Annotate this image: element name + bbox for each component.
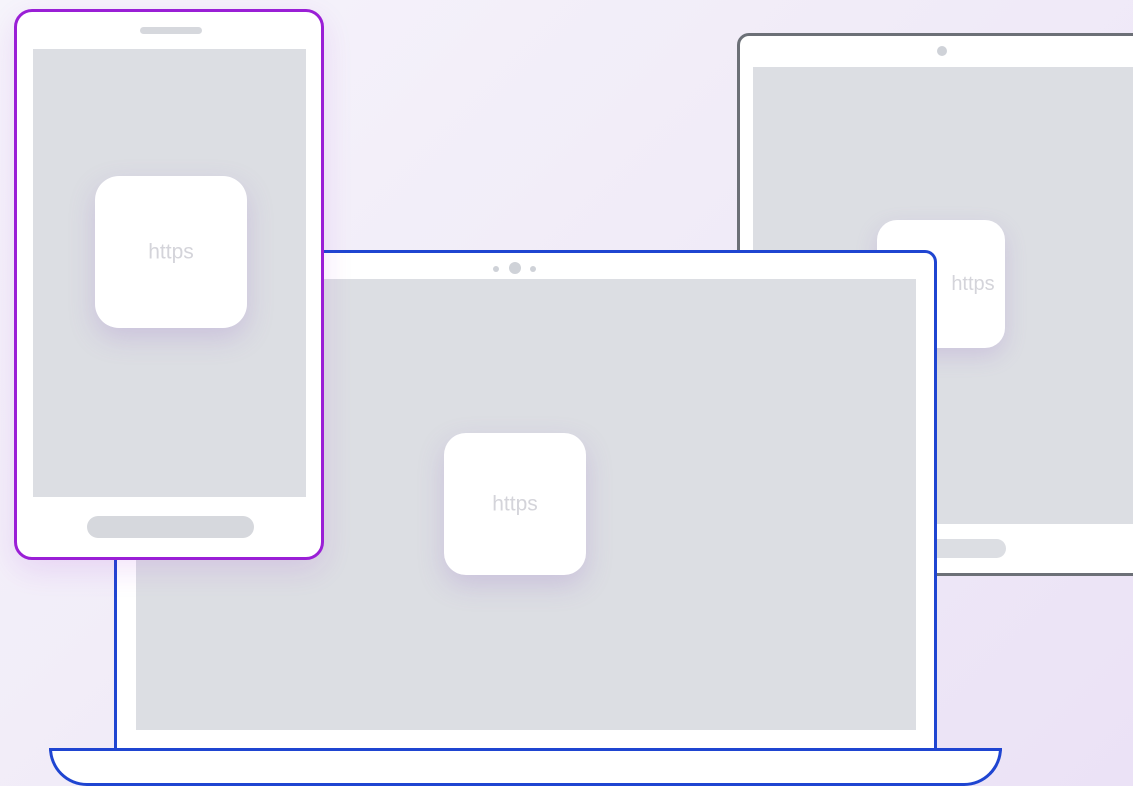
phone-screen: https [33, 49, 306, 497]
laptop-base [49, 748, 1002, 786]
phone-app-tile: https [95, 176, 247, 328]
laptop-sensor-dot [530, 266, 536, 272]
laptop-tile-label: https [492, 492, 538, 516]
laptop-app-tile: https [444, 433, 586, 575]
phone-speaker [140, 27, 202, 34]
tablet-camera [937, 46, 947, 56]
laptop-camera [509, 262, 521, 274]
phone-home-bar [87, 516, 254, 538]
devices-illustration: https https https [0, 0, 1133, 786]
phone-tile-label: https [148, 240, 194, 264]
phone-device: https [14, 9, 324, 560]
laptop-sensor-dot [493, 266, 499, 272]
